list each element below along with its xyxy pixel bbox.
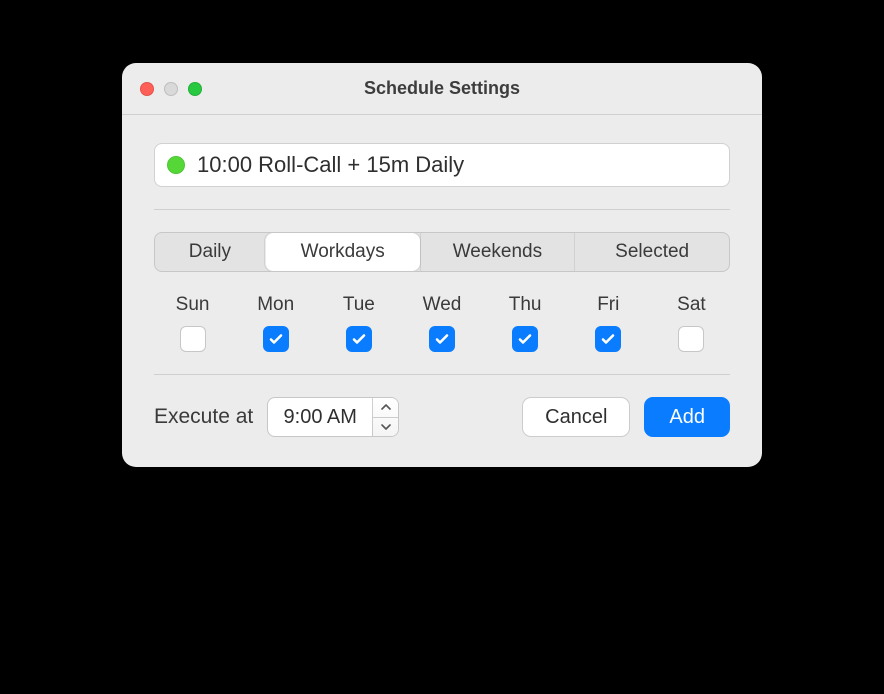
time-value: 9:00 AM [268, 398, 372, 436]
day-tue: Tue [320, 294, 397, 352]
day-label: Fri [597, 294, 619, 316]
checkbox-mon[interactable] [263, 326, 289, 352]
window-title: Schedule Settings [138, 78, 746, 99]
checkbox-tue[interactable] [346, 326, 372, 352]
segment-daily[interactable]: Daily [155, 233, 265, 271]
checkbox-sun[interactable] [180, 326, 206, 352]
checkbox-thu[interactable] [512, 326, 538, 352]
preset-title: 10:00 Roll-Call + 15m Daily [197, 152, 464, 178]
day-mon: Mon [237, 294, 314, 352]
schedule-settings-window: Schedule Settings 10:00 Roll-Call + 15m … [122, 63, 762, 467]
zoom-icon[interactable] [188, 82, 202, 96]
segment-selected[interactable]: Selected [574, 233, 729, 271]
frequency-segmented: Daily Workdays Weekends Selected [154, 232, 730, 272]
cancel-button[interactable]: Cancel [522, 397, 630, 437]
day-sun: Sun [154, 294, 231, 352]
time-stepper [372, 398, 398, 436]
time-field[interactable]: 9:00 AM [267, 397, 399, 437]
day-sat: Sat [653, 294, 730, 352]
day-wed: Wed [403, 294, 480, 352]
bottom-row: Execute at 9:00 AM Cancel Add [154, 397, 730, 437]
day-label: Sat [677, 294, 706, 316]
day-fri: Fri [570, 294, 647, 352]
dialog-body: 10:00 Roll-Call + 15m Daily Daily Workda… [122, 115, 762, 467]
minimize-icon[interactable] [164, 82, 178, 96]
checkbox-fri[interactable] [595, 326, 621, 352]
day-label: Sun [176, 294, 210, 316]
stepper-down-icon[interactable] [373, 417, 398, 437]
status-dot-icon [167, 156, 185, 174]
day-label: Mon [257, 294, 294, 316]
window-controls [140, 82, 202, 96]
day-thu: Thu [487, 294, 564, 352]
day-checkbox-row: Sun Mon Tue Wed [154, 294, 730, 352]
execute-at-label: Execute at [154, 405, 253, 429]
preset-pill[interactable]: 10:00 Roll-Call + 15m Daily [154, 143, 730, 187]
close-icon[interactable] [140, 82, 154, 96]
segment-workdays[interactable]: Workdays [265, 233, 420, 271]
stepper-up-icon[interactable] [373, 398, 398, 417]
divider [154, 374, 730, 375]
day-label: Wed [423, 294, 462, 316]
add-button[interactable]: Add [644, 397, 730, 437]
divider [154, 209, 730, 210]
segment-weekends[interactable]: Weekends [420, 233, 575, 271]
titlebar: Schedule Settings [122, 63, 762, 115]
checkbox-wed[interactable] [429, 326, 455, 352]
day-label: Tue [343, 294, 375, 316]
day-label: Thu [509, 294, 542, 316]
checkbox-sat[interactable] [678, 326, 704, 352]
